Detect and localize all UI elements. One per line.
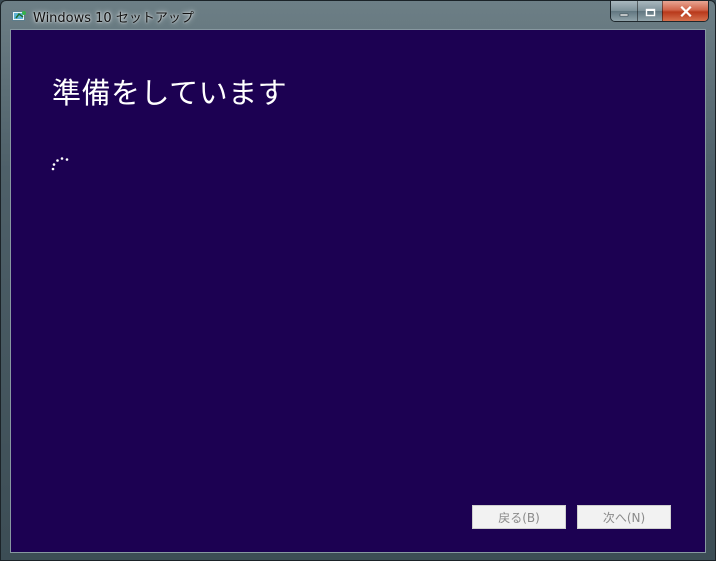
maximize-button[interactable] — [637, 1, 662, 21]
setup-app-icon — [12, 8, 27, 21]
setup-content-panel: 準備をしています 戻る(B) 次へ(N) — [10, 29, 706, 553]
close-icon — [679, 2, 692, 21]
close-button[interactable] — [662, 1, 708, 21]
back-button[interactable]: 戻る(B) — [472, 505, 566, 529]
setup-window: Windows 10 セットアップ 準備をしています 戻る(B) 次へ(N) — [0, 0, 716, 561]
window-title: Windows 10 セットアップ — [33, 11, 194, 26]
maximize-icon — [645, 2, 656, 21]
loading-spinner-icon — [51, 154, 73, 172]
caption-buttons — [610, 1, 709, 22]
minimize-icon — [619, 2, 629, 21]
page-title: 準備をしています — [52, 76, 288, 110]
next-button[interactable]: 次へ(N) — [577, 505, 671, 529]
title-bar[interactable]: Windows 10 セットアップ — [1, 1, 715, 29]
minimize-button[interactable] — [611, 1, 637, 21]
